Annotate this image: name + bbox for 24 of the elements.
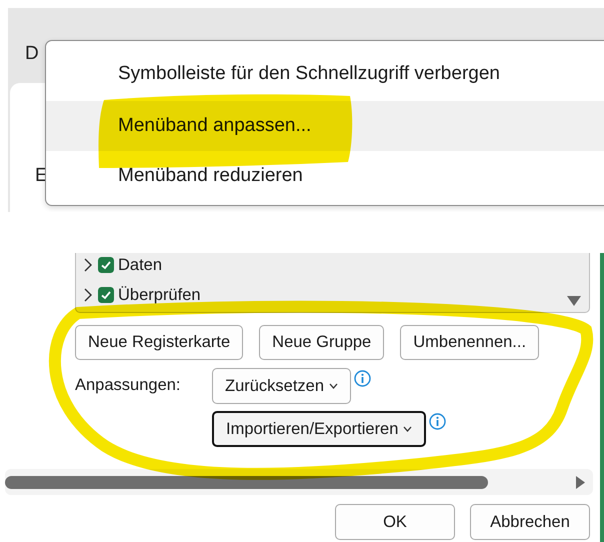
dialog-button[interactable]: Abbrechen: [470, 504, 590, 540]
tab-action-button[interactable]: Umbenennen...: [400, 325, 540, 360]
dropdown-button[interactable]: Zurücksetzen: [212, 368, 352, 404]
checkbox[interactable]: [98, 257, 114, 273]
caret-icon: [329, 383, 338, 390]
tab-action-button[interactable]: Neue Registerkarte: [75, 325, 244, 360]
dropdown-button[interactable]: Importieren/Exportieren: [212, 411, 426, 447]
tab-label: Überprüfen: [118, 285, 201, 305]
window-text: D: [25, 42, 39, 66]
scrollbar-thumb[interactable]: [5, 476, 488, 489]
checkbox[interactable]: [98, 287, 114, 303]
customizations-label: Anpassungen:: [75, 375, 182, 396]
info-icon[interactable]: [429, 413, 446, 430]
dialog-button[interactable]: OK: [335, 504, 455, 540]
chevron-right-icon[interactable]: [82, 258, 94, 272]
menu-item[interactable]: Menüband reduzieren: [46, 151, 604, 201]
tab-label: Daten: [118, 255, 162, 275]
chevron-right-icon[interactable]: [82, 288, 94, 302]
scroll-down-icon[interactable]: [567, 296, 581, 306]
menu-item[interactable]: Symbolleiste für den Schnellzugriff verbergen: [46, 49, 604, 99]
scroll-right-icon[interactable]: [575, 476, 585, 489]
info-icon[interactable]: [354, 370, 372, 387]
tab-action-button[interactable]: Neue Gruppe: [259, 325, 384, 360]
caret-icon: [403, 426, 412, 432]
